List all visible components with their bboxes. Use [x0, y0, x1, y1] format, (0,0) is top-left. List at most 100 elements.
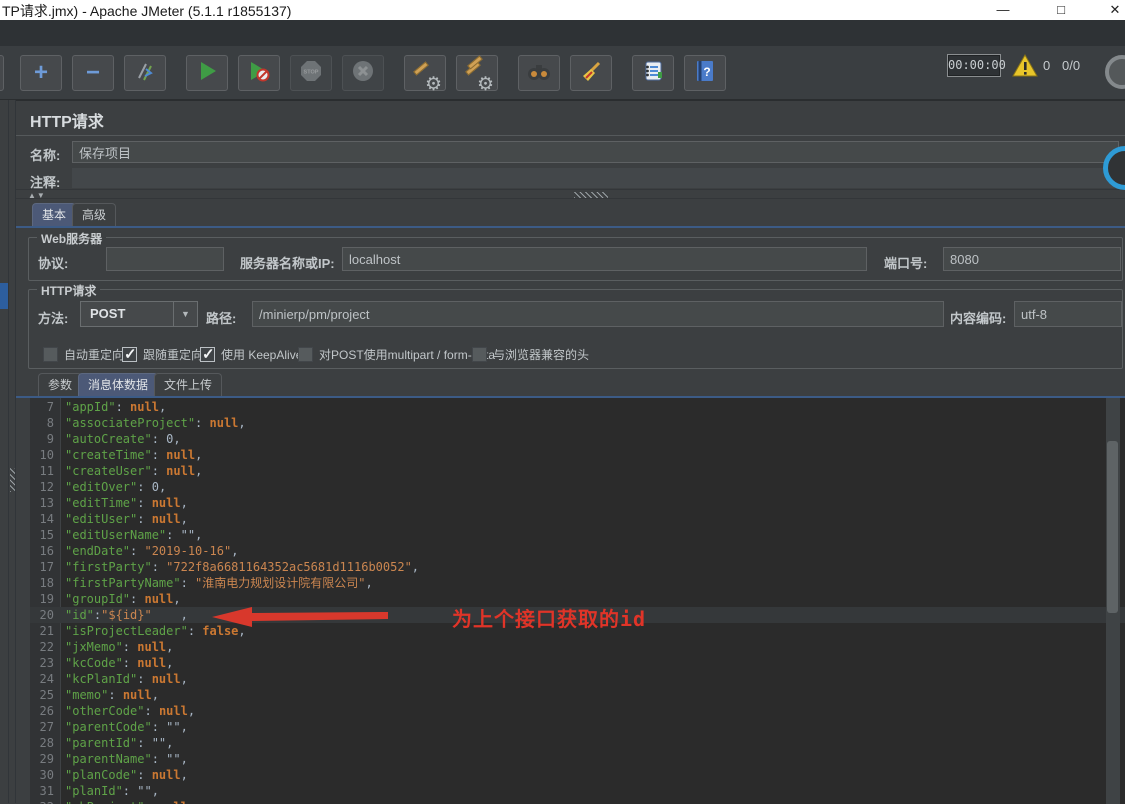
collapse-expand-arrows[interactable]: ▲▼ [28, 191, 46, 200]
line-number: 8 [46, 416, 54, 430]
checkbox-icon[interactable] [200, 345, 215, 363]
code-line-12[interactable]: 12 "editOver": 0, [30, 479, 1125, 495]
shutdown-button [342, 55, 384, 91]
maximize-button[interactable]: □ [1046, 0, 1076, 19]
tab-body-2[interactable]: 消息体数据 [78, 373, 159, 396]
function-helper-button[interactable] [632, 55, 674, 91]
path-input[interactable] [252, 301, 944, 327]
line-number: 23 [39, 656, 54, 670]
code-text: "editOver": 0, [65, 480, 167, 494]
code-line-28[interactable]: 28 "parentId": "", [30, 735, 1125, 751]
code-line-24[interactable]: 24 "kcPlanId": null, [30, 671, 1125, 687]
clear-button[interactable]: ⚙ [404, 55, 446, 95]
tab-main-1[interactable]: 基本 [32, 203, 77, 226]
search-button[interactable] [518, 55, 560, 91]
code-text: "editTime": null, [65, 496, 188, 510]
name-input[interactable] [72, 141, 1119, 163]
checkbox-icon[interactable] [43, 347, 58, 362]
code-line-8[interactable]: 8 "associateProject": null, [30, 415, 1125, 431]
minus-icon: − [85, 59, 100, 86]
start-no-pauses-button[interactable] [238, 55, 280, 91]
code-line-22[interactable]: 22 "jxMemo": null, [30, 639, 1125, 655]
clean-button[interactable] [570, 55, 612, 91]
line-number: 25 [39, 688, 54, 702]
code-line-16[interactable]: 16 "endDate": "2019-10-16", [30, 543, 1125, 559]
tab-main-2[interactable]: 高级 [72, 203, 117, 226]
remove-button[interactable]: − [72, 55, 114, 91]
code-line-11[interactable]: 11 "createUser": null, [30, 463, 1125, 479]
tab-body-3[interactable]: 文件上传 [154, 373, 223, 396]
checkbox-label: 自动重定向 [64, 348, 125, 362]
tab-body-1[interactable]: 参数 [38, 373, 83, 396]
code-line-9[interactable]: 9 "autoCreate": 0, [30, 431, 1125, 447]
help-book-icon: ? [693, 59, 717, 88]
code-line-26[interactable]: 26 "otherCode": null, [30, 703, 1125, 719]
port-input[interactable] [943, 247, 1121, 271]
line-number: 10 [39, 448, 54, 462]
code-text: "id":"${id}" , [65, 608, 188, 622]
line-number: 21 [39, 624, 54, 638]
editor-scrollbar[interactable] [1106, 398, 1120, 804]
start-button[interactable] [186, 55, 228, 91]
option-checkbox-2[interactable]: 跟随重定向 [122, 345, 203, 363]
annotation-arrow [212, 607, 388, 627]
code-line-10[interactable]: 10 "createTime": null, [30, 447, 1125, 463]
minimize-button[interactable]: — [988, 0, 1018, 19]
code-line-14[interactable]: 14 "editUser": null, [30, 511, 1125, 527]
encoding-input[interactable] [1014, 301, 1122, 327]
web-server-legend: Web服务器 [37, 230, 107, 247]
close-button[interactable]: ✕ [1100, 0, 1125, 19]
selected-tree-node[interactable] [0, 283, 8, 309]
option-checkbox-4[interactable]: 对POST使用multipart / form-data [298, 346, 495, 363]
help-button[interactable]: ? [684, 55, 726, 91]
option-checkbox-1[interactable]: 自动重定向 [43, 346, 124, 363]
code-line-15[interactable]: 15 "editUserName": "", [30, 527, 1125, 543]
code-line-17[interactable]: 17 "firstParty": "722f8a6681164352ac5681d… [30, 559, 1125, 575]
splitter-grip[interactable] [10, 468, 15, 492]
code-line-7[interactable]: 7 "appId": null, [30, 399, 1125, 415]
checkbox-icon[interactable] [298, 347, 313, 362]
warning-icon[interactable] [1012, 54, 1038, 78]
code-line-29[interactable]: 29 "parentName": "", [30, 751, 1125, 767]
code-text: "parentName": "", [65, 752, 188, 766]
tree-panel-sliver[interactable] [0, 100, 8, 803]
templates-button[interactable] [124, 55, 166, 91]
thread-indicator-icon [1105, 55, 1125, 89]
elapsed-timer: 00:00:00 [947, 54, 1006, 77]
code-line-18[interactable]: 18 "firstPartyName": "淮南电力规划设计院有限公司", [30, 575, 1125, 591]
code-line-31[interactable]: 31 "planId": "", [30, 783, 1125, 799]
code-line-30[interactable]: 30 "planCode": null, [30, 767, 1125, 783]
option-checkbox-5[interactable]: 与浏览器兼容的头 [472, 346, 589, 363]
code-text: "endDate": "2019-10-16", [65, 544, 239, 558]
vertical-splitter[interactable] [8, 100, 16, 803]
chevron-down-icon[interactable]: ▼ [173, 302, 197, 326]
method-select[interactable]: POST ▼ [80, 301, 198, 327]
splitter-grip[interactable] [574, 192, 608, 198]
line-number: 32 [30, 799, 54, 804]
server-label: 服务器名称或IP: [240, 256, 335, 271]
clear-all-button[interactable]: ⚙ [456, 55, 498, 95]
code-line-32[interactable]: 32 "sbProject": null, [30, 799, 1125, 804]
code-line-23[interactable]: 23 "kcCode": null, [30, 655, 1125, 671]
code-text: "editUserName": "", [65, 528, 203, 542]
code-text: "planCode": null, [65, 768, 188, 782]
code-line-13[interactable]: 13 "editTime": null, [30, 495, 1125, 511]
body-data-editor[interactable]: 7 "appId": null, 8 "associateProject": null… [30, 398, 1125, 804]
option-checkbox-3[interactable]: 使用 KeepAlive [200, 345, 302, 363]
scrollbar-thumb[interactable] [1107, 441, 1118, 613]
comment-input[interactable] [72, 168, 1119, 188]
code-line-25[interactable]: 25 "memo": null, [30, 687, 1125, 703]
server-input[interactable] [342, 247, 867, 271]
protocol-input[interactable] [106, 247, 224, 271]
checkbox-icon[interactable] [472, 347, 487, 362]
code-line-27[interactable]: 27 "parentCode": "", [30, 719, 1125, 735]
line-number: 9 [46, 432, 54, 446]
checkbox-icon[interactable] [122, 345, 137, 363]
line-number: 15 [39, 528, 54, 542]
tab-underline [16, 226, 1125, 228]
horizontal-splitter[interactable]: ▲▼ [16, 189, 1125, 200]
line-number: 17 [39, 560, 54, 574]
line-number: 12 [39, 480, 54, 494]
partial-button[interactable] [0, 55, 4, 91]
new-button[interactable]: + [20, 55, 62, 91]
